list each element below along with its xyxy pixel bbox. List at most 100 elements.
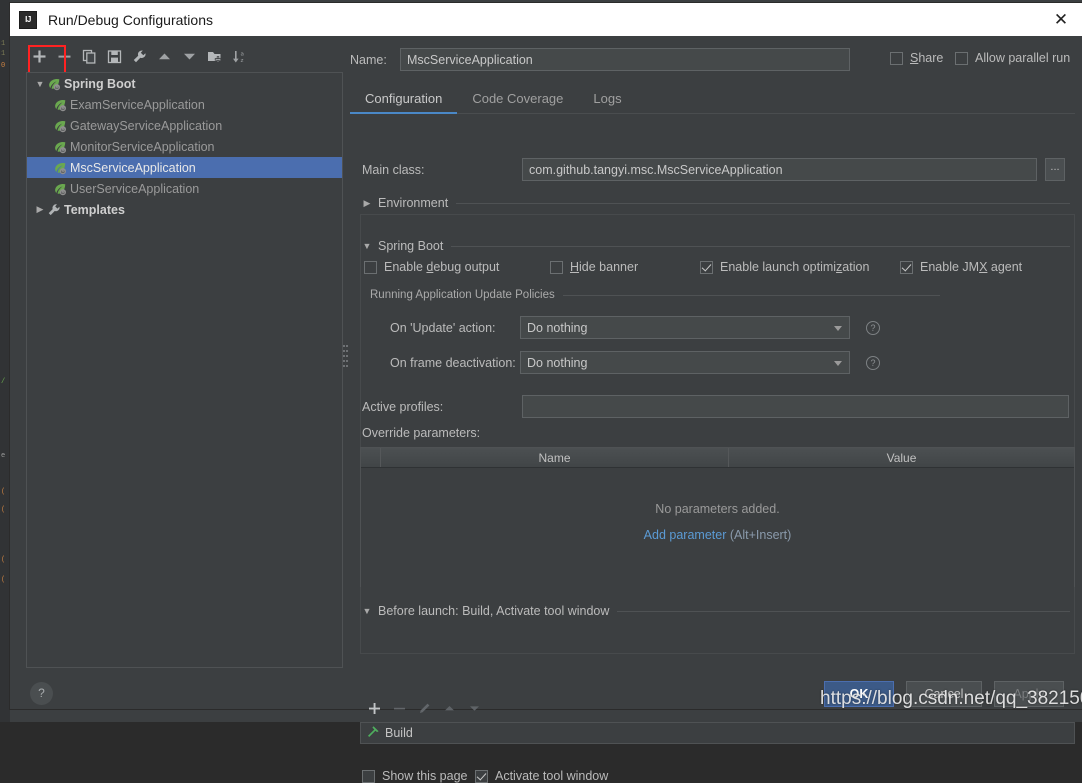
tree-item-spring-boot[interactable]: ▼ ω Spring Boot (27, 73, 342, 94)
spring-boot-icon: ω (53, 119, 67, 133)
remove-configuration-button[interactable] (52, 44, 77, 68)
on-frame-deactivation-help-icon[interactable]: ? (866, 355, 880, 370)
move-parameter-down-button[interactable] (1074, 526, 1082, 552)
wrench-icon (47, 203, 61, 217)
hide-banner-row: Hide banner (550, 260, 638, 274)
dialog-titlebar: IJ Run/Debug Configurations ✕ (10, 3, 1082, 36)
tree-item-label: Spring Boot (64, 76, 136, 91)
on-frame-deactivation-row: On frame deactivation: Do nothing ? (390, 351, 880, 374)
svg-text:ω: ω (55, 86, 59, 91)
name-label: Name: (350, 52, 387, 67)
section-divider (451, 245, 1070, 247)
run-debug-configurations-dialog: IJ Run/Debug Configurations ✕ a z ▼ ω Sp… (10, 3, 1082, 783)
activate-tool-window-row: Activate tool window (475, 769, 608, 783)
update-policies-group-header: Running Application Update Policies (370, 289, 940, 301)
hide-banner-checkbox[interactable] (550, 260, 563, 274)
allow-parallel-run-checkbox-row: Allow parallel run (955, 51, 1070, 65)
add-before-launch-task-button[interactable] (362, 697, 387, 719)
parameters-table-header: Name Value (361, 448, 1074, 468)
show-this-page-checkbox[interactable] (362, 769, 375, 783)
chevron-right-icon[interactable]: ▶ (360, 198, 374, 209)
panel-splitter-handle[interactable] (343, 343, 349, 371)
update-policies-label: Running Application Update Policies (370, 289, 555, 301)
tree-item-examserviceapplication[interactable]: ω ExamServiceApplication (27, 94, 342, 115)
svg-text:ω: ω (61, 191, 65, 196)
configurations-tree[interactable]: ▼ ω Spring Boot ω ExamServiceApplication ω Gat… (26, 72, 343, 668)
chevron-down-icon[interactable]: ▼ (360, 606, 374, 616)
spring-boot-section-header[interactable]: ▼ Spring Boot (360, 239, 1070, 253)
on-frame-deactivation-select[interactable]: Do nothing (520, 351, 850, 374)
gutter-marker: e (1, 452, 6, 460)
ok-button[interactable]: OK (824, 681, 894, 707)
spring-boot-section-label: Spring Boot (378, 239, 444, 253)
enable-launch-optimization-checkbox[interactable] (700, 260, 713, 274)
on-update-action-select[interactable]: Do nothing (520, 316, 850, 339)
gutter-marker: 0 (1, 62, 6, 70)
active-profiles-input[interactable] (522, 395, 1069, 418)
edit-templates-wrench-icon[interactable] (127, 44, 152, 68)
tree-item-label: UserServiceApplication (70, 181, 200, 196)
gutter-marker: 1 (1, 40, 6, 48)
add-parameter-hint: Add parameter (Alt+Insert) (361, 528, 1074, 542)
show-this-page-label: Show this page (382, 769, 468, 783)
sort-configurations-button[interactable]: a z (227, 44, 252, 68)
svg-text:ω: ω (61, 107, 65, 112)
on-update-action-help-icon[interactable]: ? (866, 320, 880, 335)
parameters-column-value[interactable]: Value (729, 448, 1074, 467)
chevron-down-icon[interactable]: ▼ (33, 79, 47, 89)
parameters-empty-message: No parameters added. (655, 502, 780, 516)
enable-debug-output-checkbox[interactable] (364, 260, 377, 274)
name-row: Name: MscServiceApplication (350, 48, 850, 71)
group-divider (562, 294, 940, 296)
remove-before-launch-task-button (387, 697, 412, 719)
main-class-input[interactable]: com.github.tangyi.msc.MscServiceApplicat… (522, 158, 1037, 181)
chevron-right-icon[interactable]: ▶ (33, 204, 47, 215)
tree-item-monitorserviceapplication[interactable]: ω MonitorServiceApplication (27, 136, 342, 157)
chevron-down-icon[interactable]: ▼ (360, 241, 374, 251)
on-update-action-label: On 'Update' action: (390, 320, 496, 335)
configurations-toolbar: a z (18, 43, 343, 79)
enable-launch-optimization-row: Enable launch optimization (700, 260, 869, 274)
add-configuration-button[interactable] (27, 44, 52, 68)
parameters-column-name[interactable]: Name (381, 448, 729, 467)
activate-tool-window-checkbox[interactable] (475, 769, 488, 783)
configuration-right-panel: Name: MscServiceApplication Share Allow … (350, 36, 1075, 783)
enable-debug-output-row: Enable debug output (364, 260, 499, 274)
allow-parallel-run-checkbox[interactable] (955, 51, 968, 65)
environment-section-header[interactable]: ▶ Environment (360, 196, 1070, 210)
override-parameters-label: Override parameters: (362, 426, 481, 440)
configuration-name-input[interactable]: MscServiceApplication (400, 48, 850, 71)
cancel-button[interactable]: Cancel (906, 681, 982, 707)
tree-item-mscserviceapplication[interactable]: ω MscServiceApplication (27, 157, 342, 178)
close-icon[interactable]: ✕ (1050, 9, 1072, 31)
enable-debug-output-label: Enable debug output (384, 260, 500, 274)
tree-item-templates[interactable]: ▶ Templates (27, 199, 342, 220)
tab-logs[interactable]: Logs (578, 91, 636, 113)
allow-parallel-run-label: Allow parallel run (975, 51, 1071, 65)
tab-code-coverage[interactable]: Code Coverage (457, 91, 578, 113)
save-configuration-button[interactable] (102, 44, 127, 68)
move-parameter-up-button[interactable] (1074, 500, 1082, 526)
enable-jmx-agent-checkbox[interactable] (900, 260, 913, 274)
build-hammer-icon (366, 725, 380, 742)
remove-parameter-button[interactable] (1074, 474, 1082, 500)
svg-text:ω: ω (61, 149, 65, 154)
spring-boot-icon: ω (53, 140, 67, 154)
move-up-button[interactable] (152, 44, 177, 68)
before-launch-task-list[interactable]: Build (360, 722, 1075, 744)
add-parameter-button[interactable] (1074, 448, 1082, 474)
tab-configuration[interactable]: Configuration (350, 91, 458, 114)
share-checkbox[interactable] (890, 51, 903, 65)
chevron-down-icon (834, 361, 842, 366)
add-parameter-link[interactable]: Add parameter (644, 528, 727, 542)
spring-boot-icon: ω (53, 182, 67, 196)
move-down-button[interactable] (177, 44, 202, 68)
tree-item-userserviceapplication[interactable]: ω UserServiceApplication (27, 178, 342, 199)
help-button[interactable]: ? (30, 682, 53, 705)
browse-main-class-button[interactable]: ... (1045, 158, 1065, 181)
copy-configuration-button[interactable] (77, 44, 102, 68)
new-folder-button[interactable] (202, 44, 227, 68)
tree-item-gatewayserviceapplication[interactable]: ω GatewayServiceApplication (27, 115, 342, 136)
before-launch-section-header[interactable]: ▼ Before launch: Build, Activate tool wi… (360, 604, 1070, 618)
gutter-marker: ( (1, 506, 6, 514)
